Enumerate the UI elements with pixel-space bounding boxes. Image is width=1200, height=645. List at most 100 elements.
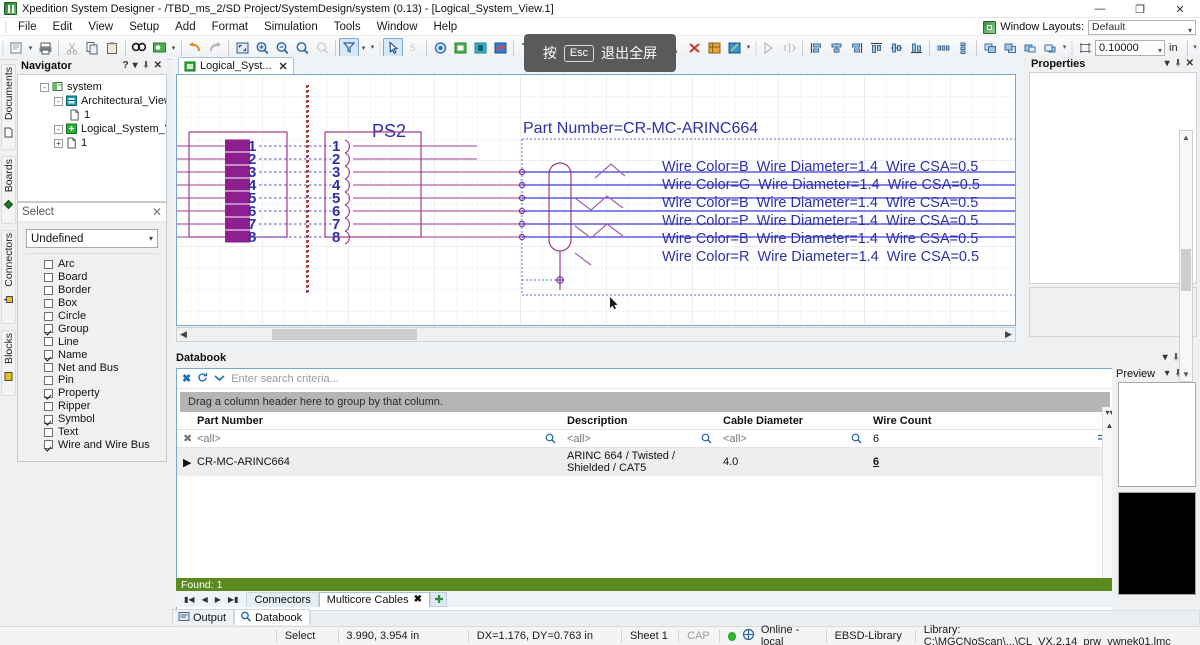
sidebar-tab-connectors[interactable]: Connectors [1, 230, 16, 324]
checkbox[interactable] [44, 414, 53, 424]
align-middle-icon[interactable] [886, 38, 906, 58]
search-icon[interactable] [545, 433, 556, 447]
copy-icon[interactable] [82, 38, 102, 58]
tree-expander[interactable]: - [40, 82, 49, 92]
select-option-border[interactable]: Border [44, 284, 166, 297]
find-dropdown-icon[interactable]: ▾ [169, 38, 178, 58]
bring-forward-icon[interactable] [1020, 38, 1040, 58]
databook-search-input[interactable]: Enter search criteria... [231, 373, 1108, 385]
databook-tab-close-icon[interactable]: ✖ [414, 594, 422, 605]
menu-help[interactable]: Help [426, 19, 466, 35]
tree-node-system[interactable]: - system [18, 80, 166, 94]
column-header-wire-count[interactable]: Wire Count [867, 412, 1113, 430]
minimize-button[interactable]: — [1080, 0, 1120, 18]
checkbox[interactable] [44, 363, 53, 373]
properties-close-button[interactable]: ✕ [1186, 59, 1194, 69]
select-option-name[interactable]: Name [44, 348, 166, 361]
select-option-text[interactable]: Text [44, 426, 166, 439]
zoom-out-icon[interactable] [272, 38, 292, 58]
zoom-in-icon[interactable] [252, 38, 272, 58]
checkbox[interactable] [44, 337, 53, 347]
delete-icon[interactable] [684, 38, 704, 58]
schematic-canvas[interactable]: 1234 5678 PS2 1 2 3 4 5 6 7 8 Part Numbe… [176, 74, 1016, 326]
distribute-h-icon[interactable] [933, 38, 953, 58]
place-connector-icon[interactable] [470, 38, 490, 58]
properties-pin-button[interactable] [1174, 58, 1182, 70]
distribute-v-icon[interactable] [953, 38, 973, 58]
select-panel-close-button[interactable]: ✕ [152, 205, 162, 219]
properties-menu-button[interactable]: ▾ [1165, 59, 1170, 69]
refresh-search-icon[interactable] [197, 372, 208, 386]
navigator-tree[interactable]: - system - Architectural_View0 1 [17, 74, 167, 202]
filter-part-number[interactable]: <all> [191, 429, 561, 448]
databook-menu-button[interactable]: ▾ [1163, 353, 1168, 363]
cross-probe-icon[interactable] [724, 38, 744, 58]
select-option-symbol[interactable]: Symbol [44, 413, 166, 426]
filter-cable-diameter[interactable]: <all> [717, 429, 867, 448]
scroll-left-icon[interactable]: ◀ [177, 329, 190, 340]
canvas-vertical-scrollbar[interactable]: ▲ ▼ [1179, 130, 1193, 382]
menu-edit[interactable]: Edit [45, 19, 81, 35]
properties-content[interactable] [1029, 72, 1197, 284]
scroll-right-icon[interactable]: ▶ [1002, 329, 1015, 340]
databook-tab-connectors[interactable]: Connectors [246, 591, 319, 607]
toolbar-overflow-3[interactable]: ▾ [1060, 39, 1069, 57]
tree-node-logical-system-view[interactable]: - Logical_System_View [18, 122, 166, 136]
navigator-close-button[interactable]: ✕ [154, 61, 162, 71]
sketch-tool-icon[interactable]: S [403, 38, 423, 58]
search-options-dropdown-icon[interactable] [214, 373, 225, 385]
close-button[interactable]: ✕ [1160, 0, 1200, 18]
column-header-description[interactable]: Description [561, 412, 717, 430]
place-block-icon[interactable] [450, 38, 470, 58]
navigator-help-button[interactable]: ? [122, 61, 128, 71]
align-right-icon[interactable] [846, 38, 866, 58]
clear-filter-button[interactable]: ✖ [177, 429, 192, 448]
sidebar-tab-documents[interactable]: Documents [1, 64, 16, 150]
select-tool-icon[interactable] [383, 37, 403, 58]
tree-node-architectural-view0[interactable]: - Architectural_View0 [18, 94, 166, 108]
find-icon[interactable] [129, 38, 149, 58]
zoom-area-icon[interactable] [292, 38, 312, 58]
menu-add[interactable]: Add [167, 19, 203, 35]
tree-node-sheet-1a[interactable]: 1 [18, 108, 166, 122]
next-tab-button[interactable]: ▶ [215, 595, 221, 604]
menu-file[interactable]: File [10, 19, 45, 35]
filter-wire-count[interactable]: 6 [867, 429, 1113, 448]
filter-description[interactable]: <all> [561, 429, 717, 448]
select-option-pin[interactable]: Pin [44, 374, 166, 387]
menu-grip[interactable] [2, 20, 10, 34]
find-replace-icon[interactable] [149, 38, 169, 58]
previous-tab-button[interactable]: ◀ [202, 595, 208, 604]
bring-front-icon[interactable] [980, 38, 1000, 58]
databook-tab-multicore-cables[interactable]: Multicore Cables ✖ [318, 591, 431, 607]
checkbox[interactable] [44, 350, 53, 360]
toolbar-overflow-2[interactable]: ▾ [744, 39, 753, 57]
navigator-pin-button[interactable] [142, 60, 150, 72]
align-bottom-icon[interactable] [906, 38, 926, 58]
open-file-dropdown-icon[interactable]: ▾ [26, 38, 35, 58]
filter-dropdown-icon[interactable]: ▾ [359, 38, 368, 58]
mirror-v-icon[interactable] [779, 38, 799, 58]
send-backward-icon[interactable] [1040, 38, 1060, 58]
send-back-icon[interactable] [1000, 38, 1020, 58]
document-tab-logical-system-view[interactable]: Logical_Syst... ✕ [178, 57, 294, 74]
select-option-ripper[interactable]: Ripper [44, 400, 166, 413]
print-icon[interactable] [35, 38, 55, 58]
scroll-down-icon[interactable]: ▼ [1180, 368, 1192, 381]
select-option-line[interactable]: Line [44, 335, 166, 348]
hscroll-track[interactable] [190, 328, 1002, 341]
databook-group-bar[interactable]: Drag a column header here to group by th… [180, 392, 1110, 412]
canvas-vscroll-thumb[interactable] [1181, 249, 1191, 291]
scroll-up-icon[interactable]: ▲ [1180, 131, 1192, 144]
paste-icon[interactable] [102, 38, 122, 58]
tree-expander[interactable]: + [54, 138, 63, 148]
checkbox[interactable] [44, 272, 53, 282]
toolbar-overflow-4[interactable]: ▾ [1191, 39, 1200, 57]
redo-icon[interactable] [205, 38, 225, 58]
tree-expander[interactable]: - [54, 124, 63, 134]
filter-icon[interactable] [339, 37, 359, 58]
select-option-group[interactable]: Group [44, 322, 166, 335]
zoom-fit-icon[interactable] [232, 38, 252, 58]
document-tab-close-icon[interactable]: ✕ [279, 60, 288, 73]
navigator-menu-button[interactable]: ▾ [133, 61, 138, 71]
